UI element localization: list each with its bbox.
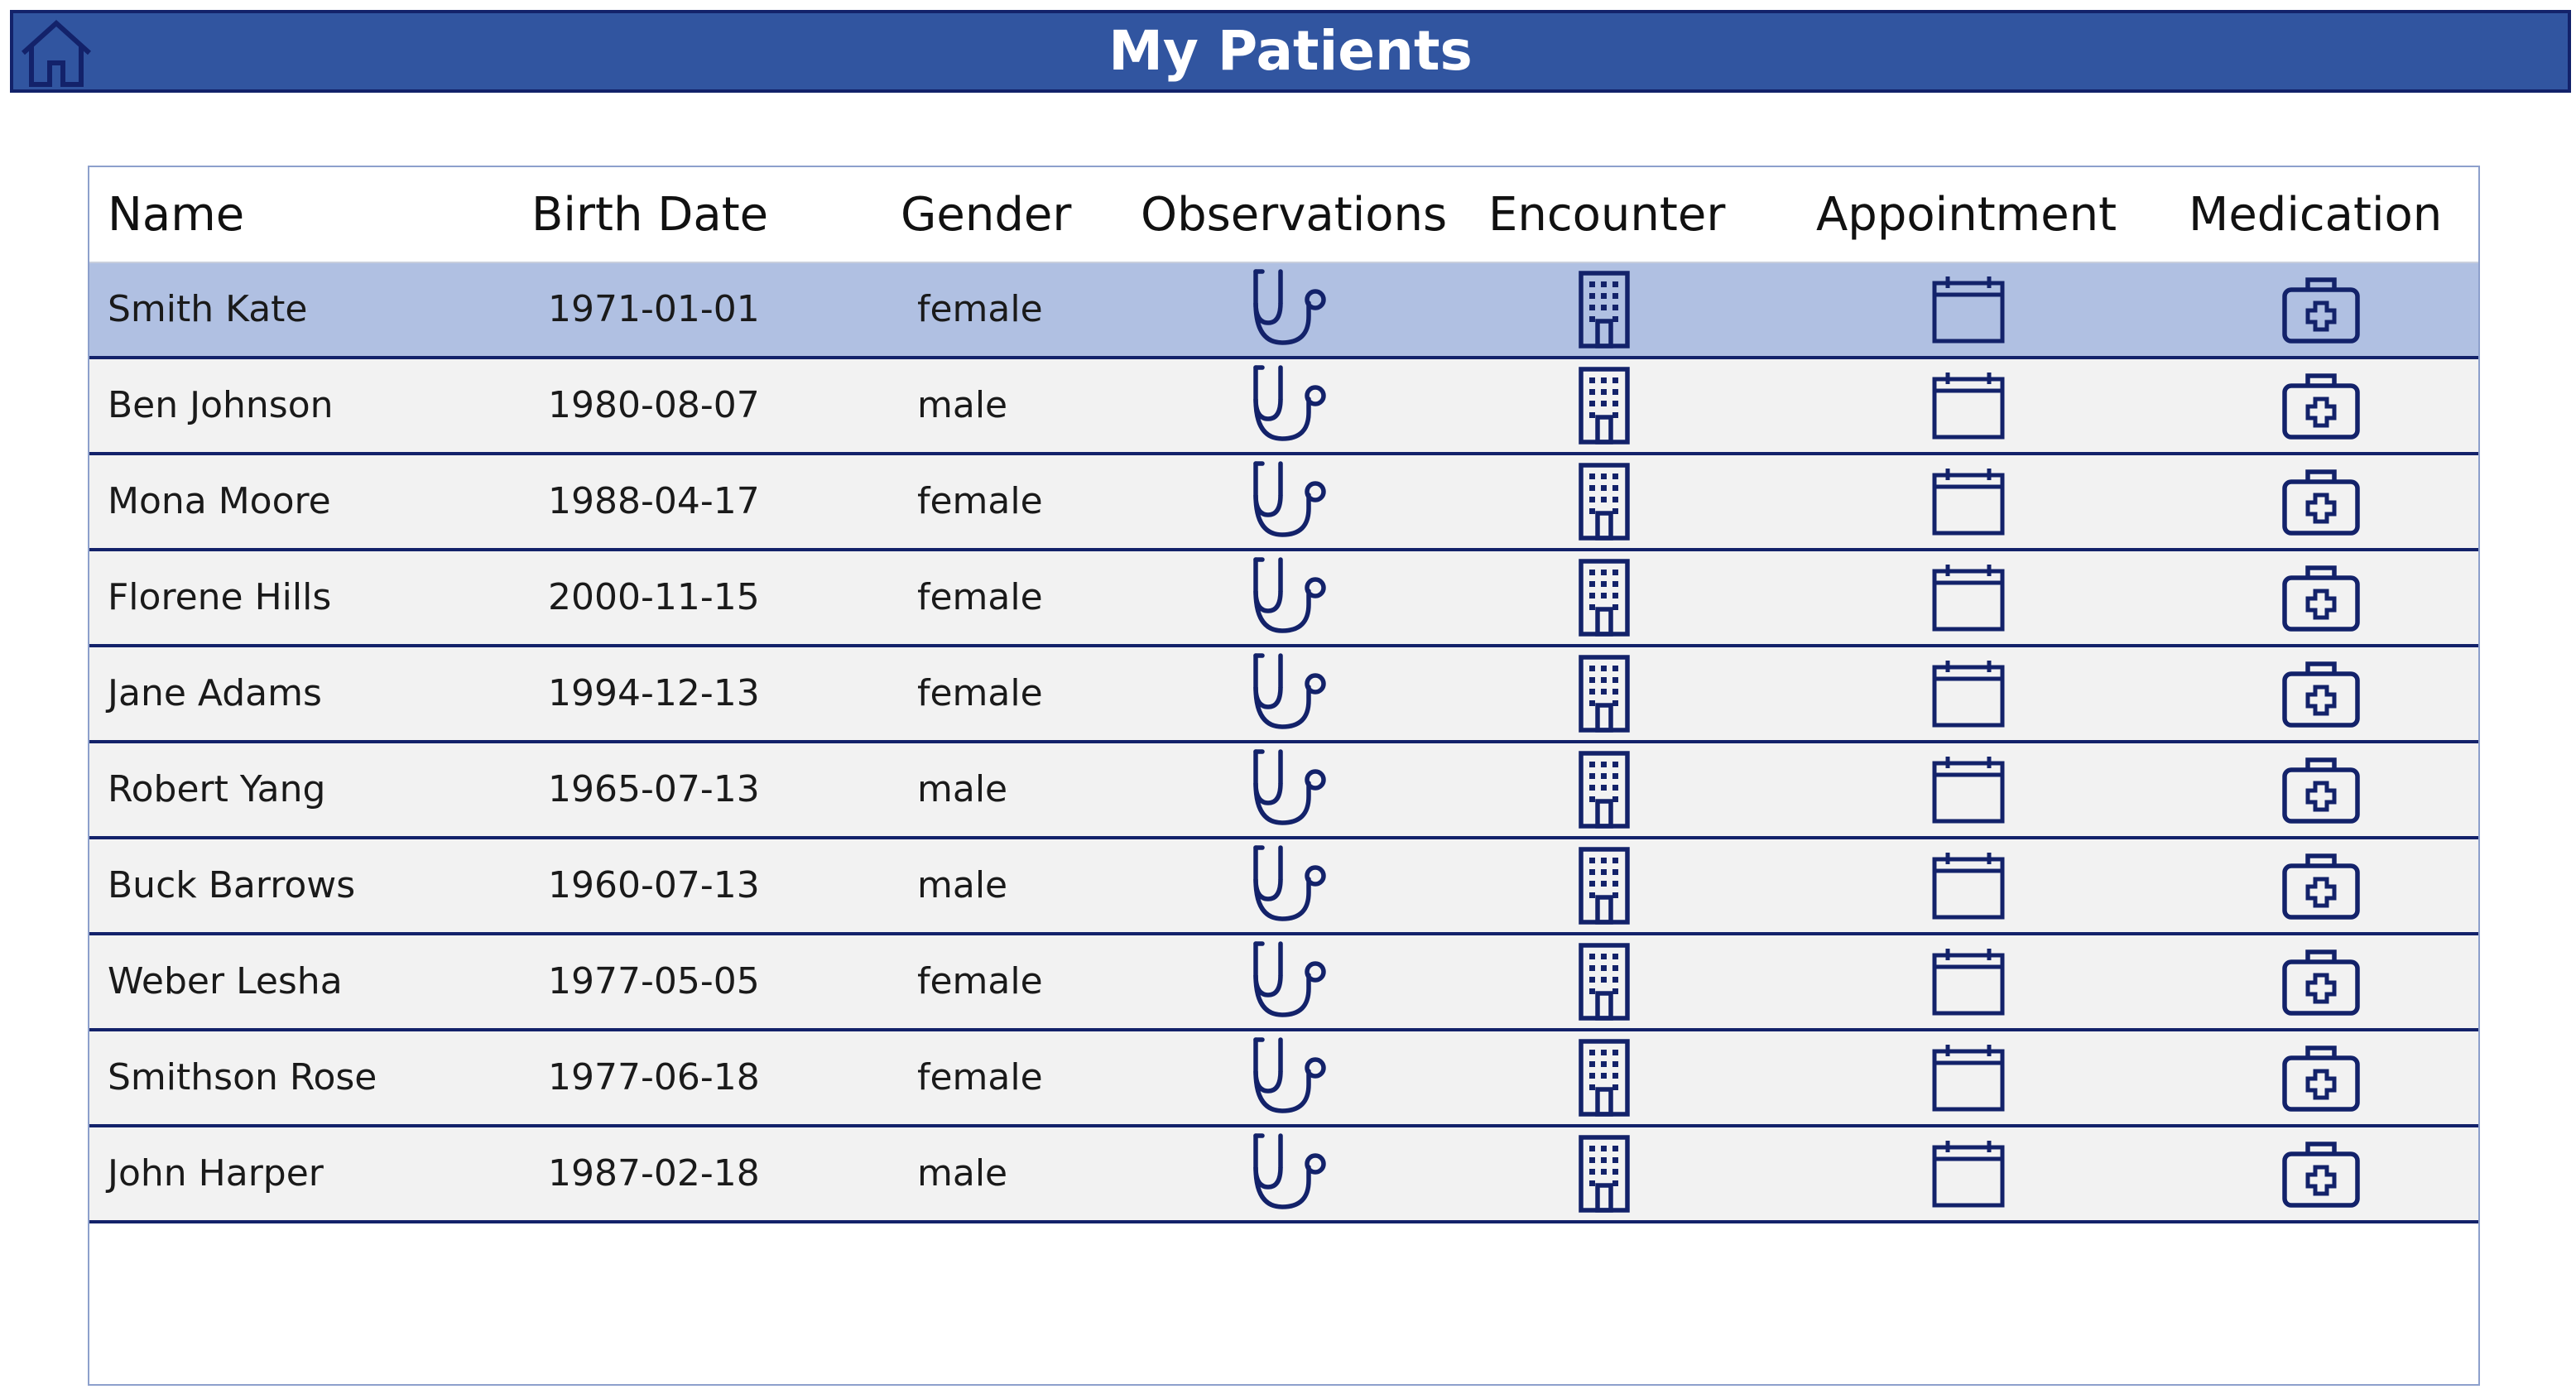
patient-gender: female — [917, 1056, 1043, 1098]
table-row[interactable]: John Harper 1987-02-18 male — [89, 1127, 2478, 1223]
building-icon[interactable] — [1555, 647, 1654, 740]
table-row[interactable]: Smith Kate 1971-01-01 female — [89, 263, 2478, 359]
calendar-icon[interactable] — [1919, 1127, 2018, 1220]
patient-gender: female — [917, 672, 1043, 714]
patient-name: Mona Moore — [108, 480, 331, 522]
table-header-row: Name Birth Date Gender Observations Enco… — [89, 167, 2478, 263]
column-header-birth-date: Birth Date — [531, 188, 769, 242]
stethoscope-icon[interactable] — [1232, 455, 1348, 548]
medical-kit-icon[interactable] — [2271, 1031, 2371, 1124]
calendar-icon[interactable] — [1919, 935, 2018, 1028]
stethoscope-icon[interactable] — [1232, 647, 1348, 740]
column-header-name: Name — [108, 188, 245, 242]
calendar-icon[interactable] — [1919, 1031, 2018, 1124]
medical-kit-icon[interactable] — [2271, 263, 2371, 356]
header-bar: My Patients — [10, 10, 2571, 93]
table-row[interactable]: Mona Moore 1988-04-17 female — [89, 455, 2478, 551]
building-icon[interactable] — [1555, 359, 1654, 452]
table-row[interactable]: Weber Lesha 1977-05-05 female — [89, 935, 2478, 1031]
patient-birth-date: 1987-02-18 — [548, 1152, 760, 1195]
patient-birth-date: 1977-05-05 — [548, 960, 760, 1002]
medical-kit-icon[interactable] — [2271, 647, 2371, 740]
patient-name: Robert Yang — [108, 768, 326, 810]
patient-birth-date: 1980-08-07 — [548, 384, 760, 426]
patient-name: Weber Lesha — [108, 960, 343, 1002]
calendar-icon[interactable] — [1919, 551, 2018, 644]
building-icon[interactable] — [1555, 839, 1654, 932]
calendar-icon[interactable] — [1919, 359, 2018, 452]
calendar-icon[interactable] — [1919, 647, 2018, 740]
patient-birth-date: 2000-11-15 — [548, 576, 760, 618]
building-icon[interactable] — [1555, 935, 1654, 1028]
column-header-observations: Observations — [1141, 188, 1448, 242]
column-header-appointment: Appointment — [1816, 188, 2117, 242]
patient-gender: male — [917, 864, 1008, 906]
medical-kit-icon[interactable] — [2271, 839, 2371, 932]
table-row[interactable]: Buck Barrows 1960-07-13 male — [89, 839, 2478, 935]
patient-birth-date: 1965-07-13 — [548, 768, 760, 810]
stethoscope-icon[interactable] — [1232, 359, 1348, 452]
patient-gender: male — [917, 768, 1008, 810]
patient-gender: female — [917, 960, 1043, 1002]
patient-birth-date: 1977-06-18 — [548, 1056, 760, 1098]
medical-kit-icon[interactable] — [2271, 551, 2371, 644]
page-title: My Patients — [1108, 19, 1473, 83]
building-icon[interactable] — [1555, 263, 1654, 356]
medical-kit-icon[interactable] — [2271, 743, 2371, 836]
patient-birth-date: 1988-04-17 — [548, 480, 760, 522]
column-header-gender: Gender — [901, 188, 1072, 242]
medical-kit-icon[interactable] — [2271, 1127, 2371, 1220]
patient-birth-date: 1994-12-13 — [548, 672, 760, 714]
patient-name: Ben Johnson — [108, 384, 334, 426]
patient-name: Buck Barrows — [108, 864, 356, 906]
medical-kit-icon[interactable] — [2271, 455, 2371, 548]
table-row[interactable]: Jane Adams 1994-12-13 female — [89, 647, 2478, 743]
table-row[interactable]: Florene Hills 2000-11-15 female — [89, 551, 2478, 647]
calendar-icon[interactable] — [1919, 263, 2018, 356]
patients-table: Name Birth Date Gender Observations Enco… — [88, 166, 2480, 1386]
stethoscope-icon[interactable] — [1232, 263, 1348, 356]
patient-name: Smithson Rose — [108, 1056, 377, 1098]
patient-name: Florene Hills — [108, 576, 332, 618]
column-header-medication: Medication — [2189, 188, 2443, 242]
patient-gender: female — [917, 480, 1043, 522]
patient-name: Smith Kate — [108, 288, 308, 330]
patient-birth-date: 1960-07-13 — [548, 864, 760, 906]
calendar-icon[interactable] — [1919, 455, 2018, 548]
patient-gender: male — [917, 384, 1008, 426]
patient-birth-date: 1971-01-01 — [548, 288, 760, 330]
medical-kit-icon[interactable] — [2271, 935, 2371, 1028]
table-row[interactable]: Robert Yang 1965-07-13 male — [89, 743, 2478, 839]
stethoscope-icon[interactable] — [1232, 743, 1348, 836]
stethoscope-icon[interactable] — [1232, 551, 1348, 644]
stethoscope-icon[interactable] — [1232, 1031, 1348, 1124]
patient-name: John Harper — [108, 1152, 324, 1195]
app-screen: My Patients Name Birth Date Gender Obser… — [0, 0, 2576, 1394]
column-header-encounter: Encounter — [1488, 188, 1726, 242]
building-icon[interactable] — [1555, 1031, 1654, 1124]
building-icon[interactable] — [1555, 551, 1654, 644]
patient-gender: male — [917, 1152, 1008, 1195]
table-row[interactable]: Ben Johnson 1980-08-07 male — [89, 359, 2478, 455]
stethoscope-icon[interactable] — [1232, 1127, 1348, 1220]
building-icon[interactable] — [1555, 1127, 1654, 1220]
table-row[interactable]: Smithson Rose 1977-06-18 female — [89, 1031, 2478, 1127]
building-icon[interactable] — [1555, 743, 1654, 836]
calendar-icon[interactable] — [1919, 743, 2018, 836]
building-icon[interactable] — [1555, 455, 1654, 548]
patient-gender: female — [917, 288, 1043, 330]
stethoscope-icon[interactable] — [1232, 839, 1348, 932]
calendar-icon[interactable] — [1919, 839, 2018, 932]
patient-name: Jane Adams — [108, 672, 322, 714]
patient-list: Smith Kate 1971-01-01 female Ben Johnson 198… — [89, 263, 2478, 1223]
medical-kit-icon[interactable] — [2271, 359, 2371, 452]
stethoscope-icon[interactable] — [1232, 935, 1348, 1028]
patient-gender: female — [917, 576, 1043, 618]
